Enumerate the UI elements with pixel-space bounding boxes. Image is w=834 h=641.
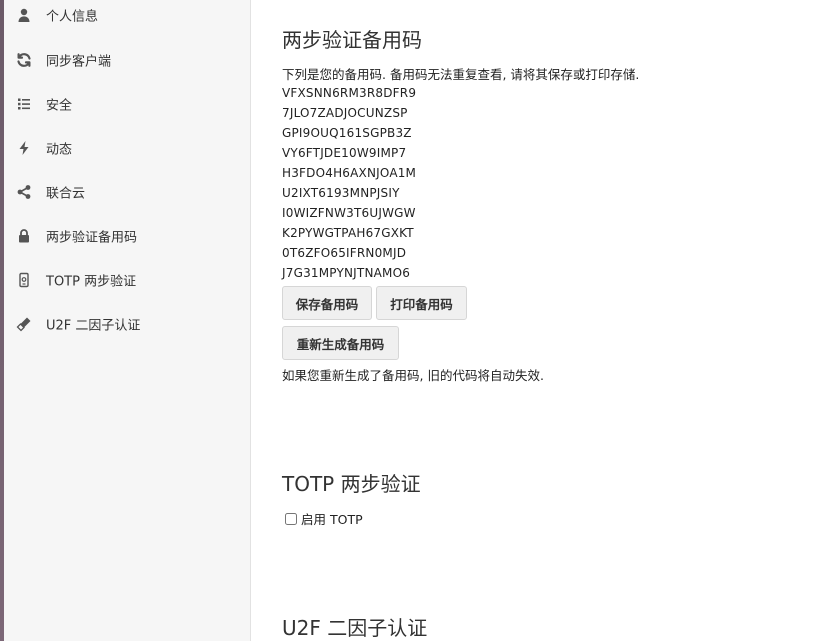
backup-code: GPI9OUQ161SGPB3Z xyxy=(282,126,412,140)
backup-code: I0WIZFNW3T6UJWGW xyxy=(282,206,416,220)
totp-title: TOTP 两步验证 xyxy=(282,472,421,496)
sidebar: 个人信息 同步客户端 安全 动态 联合云 两步验证备用码 TOTP 两步验证 U… xyxy=(4,0,251,641)
backup-codes-description: 下列是您的备用码. 备用码无法重复查看, 请将其保存或打印存储. xyxy=(282,67,640,82)
sidebar-item-label: 个人信息 xyxy=(46,9,99,25)
sidebar-item-label: 联合云 xyxy=(46,186,86,202)
backup-code: 0T6ZFO65IFRN0MJD xyxy=(282,246,407,260)
totp-enable-row[interactable]: 启用 TOTP xyxy=(285,509,363,528)
share-icon xyxy=(16,184,32,200)
sidebar-item-totp[interactable]: TOTP 两步验证 xyxy=(4,260,251,300)
regenerate-backup-codes-button[interactable]: 重新生成备用码 xyxy=(282,326,399,360)
print-backup-codes-button[interactable]: 打印备用码 xyxy=(376,286,467,320)
save-backup-codes-button[interactable]: 保存备用码 xyxy=(282,286,372,320)
sidebar-item-label: 同步客户端 xyxy=(46,54,112,70)
backup-code: VFXSNN6RM3R8DFR9 xyxy=(282,86,417,100)
settings-app: 个人信息 同步客户端 安全 动态 联合云 两步验证备用码 TOTP 两步验证 U… xyxy=(0,0,834,641)
sidebar-item-label: 动态 xyxy=(46,142,73,158)
sidebar-item-federated-cloud[interactable]: 联合云 xyxy=(4,172,251,212)
backup-code: 7JLO7ZADJOCUNZSP xyxy=(282,106,408,120)
sync-icon xyxy=(16,52,32,68)
u2f-title: U2F 二因子认证 xyxy=(282,616,428,640)
backup-code: VY6FTJDE10W9IMP7 xyxy=(282,146,407,160)
totp-enable-label: 启用 TOTP xyxy=(301,512,363,527)
list-icon xyxy=(16,96,32,112)
backup-codes-list: VFXSNN6RM3R8DFR9 7JLO7ZADJOCUNZSP GPI9OU… xyxy=(282,83,416,283)
phone-icon xyxy=(16,272,32,288)
regenerate-note: 如果您重新生成了备用码, 旧的代码将自动失效. xyxy=(282,368,544,383)
bolt-icon xyxy=(16,140,32,156)
sidebar-item-label: U2F 二因子认证 xyxy=(46,318,141,334)
sidebar-item-label: 安全 xyxy=(46,98,73,114)
lock-icon xyxy=(16,228,32,244)
backup-code: H3FDO4H6AXNJOA1M xyxy=(282,166,417,180)
sidebar-item-label: TOTP 两步验证 xyxy=(46,274,137,290)
sidebar-item-sync-clients[interactable]: 同步客户端 xyxy=(4,40,251,80)
backup-code: U2IXT6193MNPJSIY xyxy=(282,186,400,200)
totp-enable-checkbox[interactable] xyxy=(285,512,297,525)
usb-key-icon xyxy=(16,316,32,332)
sidebar-item-personal-info[interactable]: 个人信息 xyxy=(4,0,251,35)
backup-code: K2PYWGTPAH67GXKT xyxy=(282,226,414,240)
sidebar-item-backup-codes[interactable]: 两步验证备用码 xyxy=(4,216,251,256)
sidebar-item-activity[interactable]: 动态 xyxy=(4,128,251,168)
sidebar-item-label: 两步验证备用码 xyxy=(46,230,138,246)
backup-codes-title: 两步验证备用码 xyxy=(282,28,422,52)
user-icon xyxy=(16,7,32,23)
sidebar-item-security[interactable]: 安全 xyxy=(4,84,251,124)
backup-code: J7G31MPYNJTNAMO6 xyxy=(282,266,411,280)
sidebar-item-u2f[interactable]: U2F 二因子认证 xyxy=(4,304,251,344)
